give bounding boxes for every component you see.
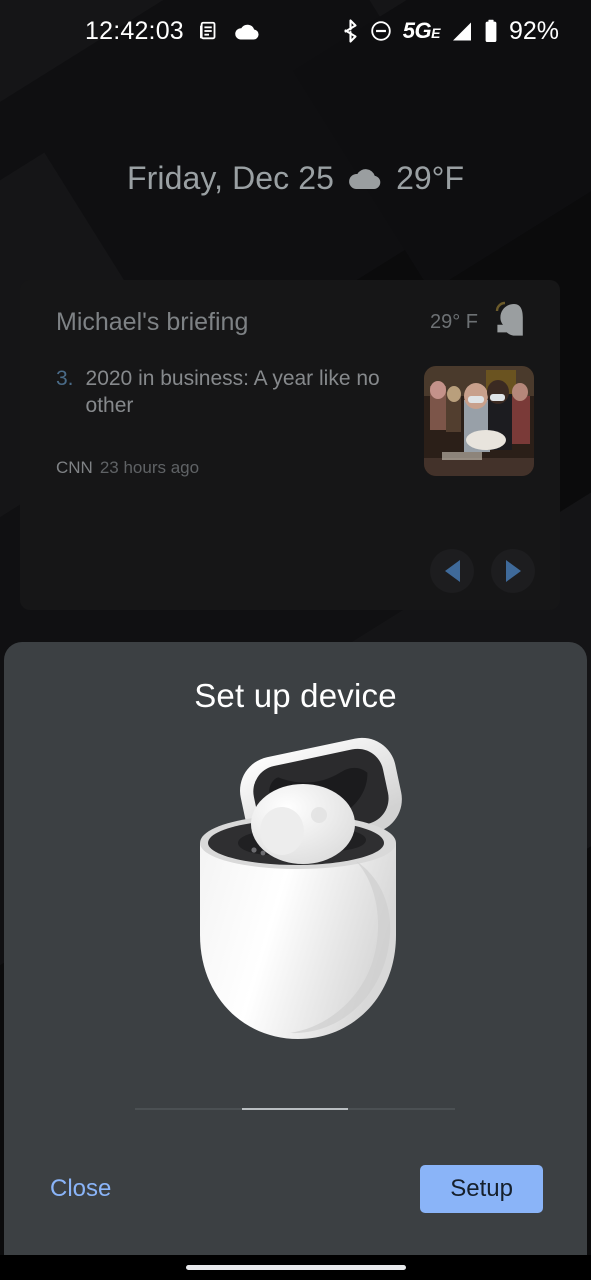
network-type-label: 5GE (402, 18, 441, 43)
setup-button[interactable]: Setup (420, 1165, 543, 1213)
briefing-prev-button[interactable] (430, 549, 474, 593)
briefing-news-text: 3. 2020 in business: A year like no othe… (56, 366, 424, 478)
dialog-page-indicator (135, 1108, 455, 1111)
briefing-news-row[interactable]: 3. 2020 in business: A year like no othe… (20, 344, 560, 478)
briefing-next-button[interactable] (491, 549, 535, 593)
news-source: CNN (56, 457, 93, 477)
chevron-right-icon (505, 560, 521, 582)
phone-screen: 12:42:03 5GE 92% Friday, Dec 25 29°F Mic… (0, 0, 591, 1280)
news-headline: 2020 in business: A year like no other (85, 367, 380, 417)
cloud-icon (234, 22, 260, 41)
briefing-temperature: 29° F (429, 310, 478, 333)
briefing-header-right: 29° F (430, 300, 534, 344)
status-bar-left: 12:42:03 (85, 17, 260, 46)
do-not-disturb-icon (370, 20, 392, 42)
dialog-actions: Close Setup (4, 1165, 587, 1213)
briefing-title: Michael's briefing (56, 307, 249, 336)
battery-icon (484, 19, 498, 43)
news-article-icon (198, 20, 220, 42)
news-index: 3. (56, 367, 74, 390)
date-text: Friday, Dec 25 (126, 160, 335, 196)
bluetooth-icon (342, 19, 359, 43)
page-indicator-current (242, 1108, 348, 1110)
signal-icon (451, 21, 473, 42)
setup-device-dialog: Set up device Close Setup (4, 642, 587, 1255)
person-avatar-icon[interactable] (488, 300, 534, 344)
status-bar: 12:42:03 5GE 92% (0, 0, 591, 62)
close-button[interactable]: Close (48, 1169, 113, 1209)
news-meta: CNN 23 hours ago (56, 458, 410, 478)
cloud-icon (347, 166, 383, 192)
temperature-text: 29°F (396, 160, 465, 196)
device-illustration (4, 731, 587, 1061)
chevron-left-icon (444, 560, 460, 582)
briefing-header: Michael's briefing 29° F (20, 280, 560, 344)
home-gesture-pill[interactable] (185, 1265, 406, 1270)
date-weather-widget[interactable]: Friday, Dec 25 29°F (0, 160, 591, 197)
dialog-title: Set up device (194, 677, 397, 714)
news-thumbnail[interactable] (424, 366, 534, 476)
navigation-bar (0, 1255, 591, 1280)
status-clock: 12:42:03 (85, 16, 184, 45)
battery-percent: 92% (508, 16, 559, 45)
news-age: 23 hours ago (99, 457, 200, 477)
briefing-card[interactable]: Michael's briefing 29° F 3. 2020 in busi… (20, 280, 560, 610)
status-bar-right: 5GE 92% (342, 17, 559, 46)
briefing-pagination (430, 549, 535, 593)
